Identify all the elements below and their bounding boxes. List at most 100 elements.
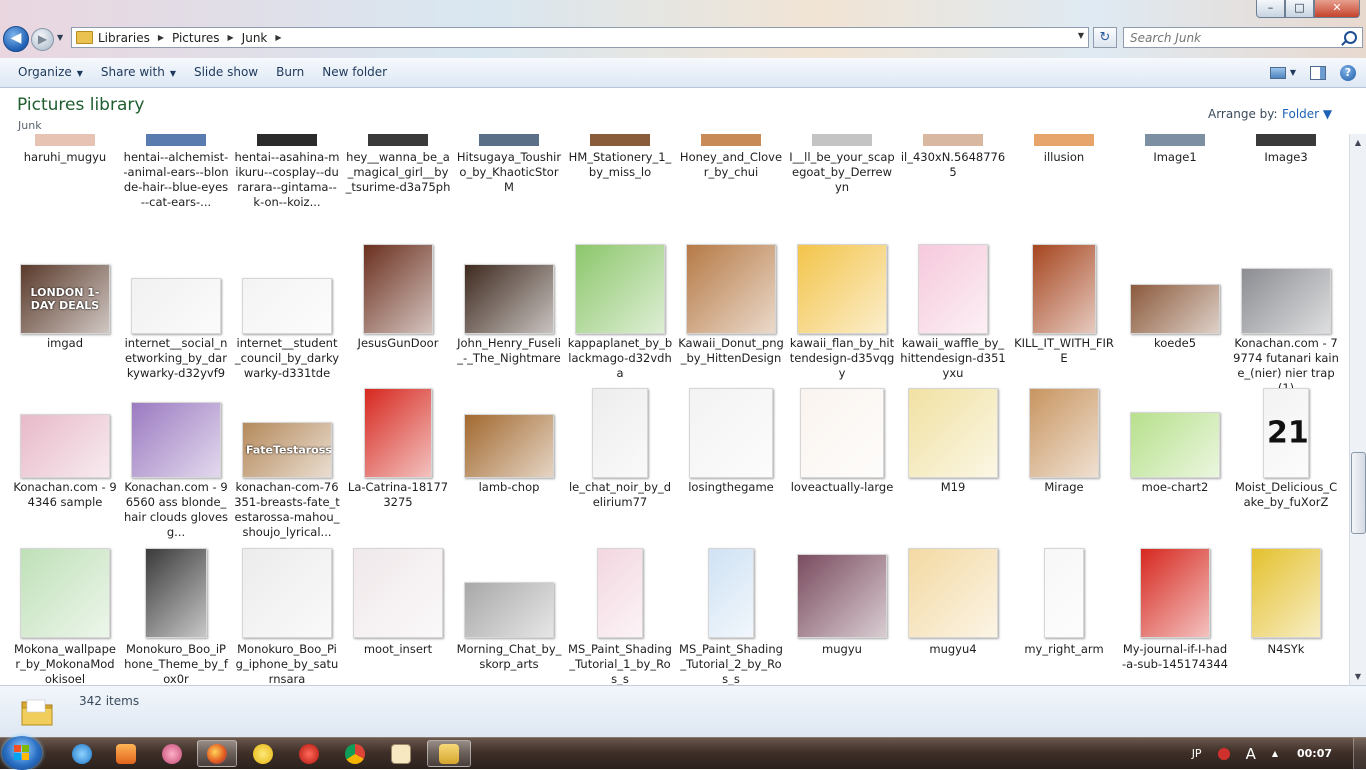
search-input[interactable] [1124,28,1335,47]
file-thumbnail[interactable] [1044,548,1084,638]
breadcrumb-separator-icon[interactable]: ▶ [228,33,234,42]
file-thumbnail[interactable] [20,548,110,638]
preview-pane-icon[interactable] [1310,65,1326,80]
file-thumbnail[interactable] [1251,548,1321,638]
file-thumbnail[interactable] [1122,134,1228,146]
file-thumbnail[interactable] [456,134,562,146]
file-thumbnail[interactable] [908,548,998,638]
file-thumbnail[interactable] [464,582,554,638]
minimize-button[interactable]: – [1256,0,1285,18]
file-thumbnail[interactable] [797,244,887,334]
ime-mode[interactable]: A [1246,745,1256,763]
file-thumbnail[interactable] [678,134,784,146]
taskbar-app-flower[interactable] [152,740,192,767]
breadcrumb-junk[interactable]: Junk [242,31,268,45]
file-thumbnail[interactable] [597,548,643,638]
file-thumbnail[interactable] [1011,134,1117,146]
taskbar-chrome[interactable] [335,740,375,767]
file-thumbnail[interactable] [20,414,110,478]
file-thumbnail[interactable] [1029,388,1099,478]
file-thumbnail[interactable] [567,134,673,146]
view-options-arrow-icon[interactable]: ▼ [1286,58,1300,87]
file-name: hentai--asahina-mikuru--cosplay--durarar… [234,150,340,209]
breadcrumb-separator-icon[interactable]: ▶ [275,33,281,42]
show-hidden-icons-icon[interactable]: ▲ [1272,749,1278,758]
breadcrumb-separator-icon[interactable]: ▶ [158,33,164,42]
scroll-up-icon[interactable]: ▲ [1350,134,1366,151]
file-thumbnail[interactable] [363,244,433,334]
file-thumbnail[interactable] [908,388,998,478]
file-thumbnail[interactable] [592,388,648,478]
burn-button[interactable]: Burn [267,58,313,87]
file-name: mugyu4 [929,642,977,656]
change-view-icon[interactable] [1269,66,1286,79]
file-thumbnail[interactable]: FateTestarossa [242,422,332,478]
file-thumbnail[interactable] [131,278,221,334]
file-thumbnail[interactable] [131,402,221,478]
slide-show-button[interactable]: Slide show [185,58,267,87]
file-thumbnail[interactable] [464,264,554,334]
taskbar-firefox[interactable] [197,740,237,767]
language-indicator[interactable]: JP [1192,747,1202,760]
recent-pages-button[interactable]: ▼ [57,33,63,42]
start-button[interactable] [2,736,42,770]
file-thumbnail[interactable] [1233,134,1339,146]
scroll-down-icon[interactable]: ▼ [1350,668,1366,685]
taskbar-app-face[interactable] [381,740,421,767]
file-thumbnail[interactable] [353,548,443,638]
back-button[interactable]: ◀ [3,26,29,52]
file-thumbnail[interactable] [800,388,884,478]
organize-button[interactable]: Organize ▼ [9,58,92,87]
file-thumbnail[interactable] [918,244,988,334]
file-thumbnail[interactable] [364,388,432,478]
address-bar[interactable]: Libraries ▶ Pictures ▶ Junk ▶ ▼ [71,27,1089,48]
file-thumbnail[interactable] [686,244,776,334]
taskbar-media-player[interactable] [106,740,146,767]
file-thumbnail[interactable] [575,244,665,334]
ime-icon[interactable] [1217,747,1230,760]
file-thumbnail[interactable] [1032,244,1096,334]
file-thumbnail[interactable] [797,554,887,638]
file-thumbnail[interactable] [789,134,895,146]
close-button[interactable]: ✕ [1314,0,1360,18]
refresh-button[interactable]: ↻ [1093,27,1117,48]
breadcrumb-pictures[interactable]: Pictures [172,31,220,45]
file-thumbnail[interactable] [345,134,451,146]
file-thumbnail[interactable] [12,134,118,146]
breadcrumb-libraries[interactable]: Libraries [98,31,150,45]
file-thumbnail[interactable] [145,548,207,638]
share-with-button[interactable]: Share with ▼ [92,58,185,87]
file-thumbnail[interactable] [1130,412,1220,478]
file-thumbnail[interactable]: 21 [1263,388,1309,478]
forward-button[interactable]: ▶ [31,28,54,51]
scrollbar-thumb[interactable] [1351,452,1366,534]
file-thumbnail[interactable] [1140,548,1210,638]
search-icon[interactable] [1344,31,1357,44]
file-thumbnail[interactable] [900,134,1006,146]
show-desktop-button[interactable] [1353,738,1366,769]
arrange-by-dropdown[interactable]: Folder ▼ [1282,107,1332,121]
taskbar-internet-explorer[interactable] [62,740,102,767]
maximize-button[interactable]: □ [1285,0,1314,18]
file-thumbnail[interactable] [1130,284,1220,334]
file-thumbnail[interactable] [242,548,332,638]
arrange-by-label: Arrange by: [1208,107,1278,121]
file-thumbnail[interactable] [234,134,340,146]
help-icon[interactable]: ? [1340,64,1356,81]
address-history-dropdown-icon[interactable]: ▼ [1078,31,1084,40]
new-folder-button[interactable]: New folder [313,58,396,87]
file-thumbnail[interactable] [708,548,754,638]
file-thumbnail[interactable] [464,414,554,478]
taskbar-messenger[interactable] [243,740,283,767]
taskbar-opera[interactable] [289,740,329,767]
taskbar-windows-explorer[interactable] [427,740,471,767]
file-thumbnail[interactable]: LONDON 1-DAY DEALS [20,264,110,334]
file-thumbnail[interactable] [1241,268,1331,334]
file-thumbnail[interactable] [123,134,229,146]
search-box[interactable] [1123,27,1363,48]
vertical-scrollbar[interactable]: ▲ ▼ [1349,134,1366,685]
clock[interactable]: 00:07 [1297,747,1332,760]
file-thumbnail[interactable] [242,278,332,334]
file-view[interactable]: haruhi_mugyu hentai--alchemist--animal-ea… [0,134,1349,685]
file-thumbnail[interactable] [689,388,773,478]
